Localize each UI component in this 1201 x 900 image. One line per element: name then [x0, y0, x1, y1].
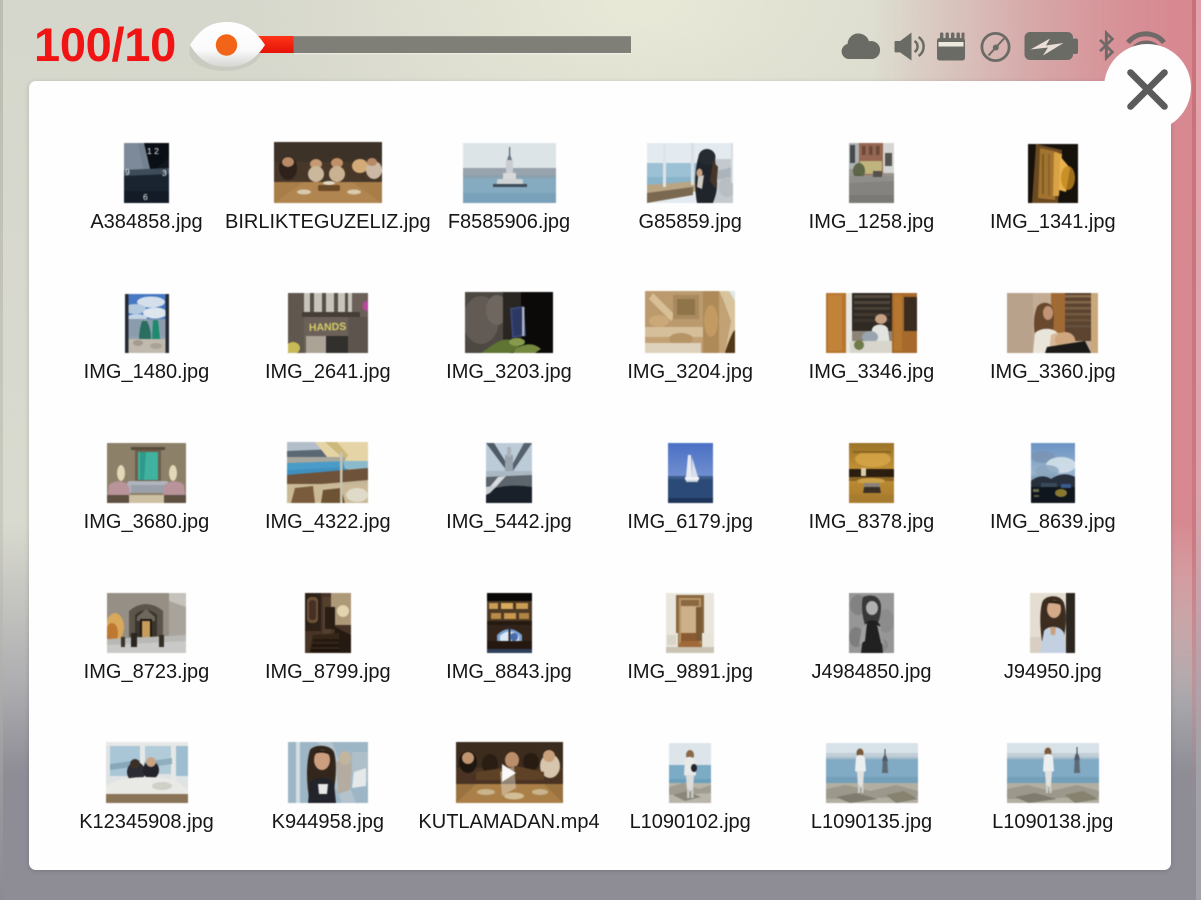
svg-text:6: 6: [143, 192, 148, 202]
svg-text:3: 3: [162, 168, 167, 178]
svg-text:9: 9: [125, 167, 130, 177]
svg-text:1 2: 1 2: [147, 146, 159, 156]
